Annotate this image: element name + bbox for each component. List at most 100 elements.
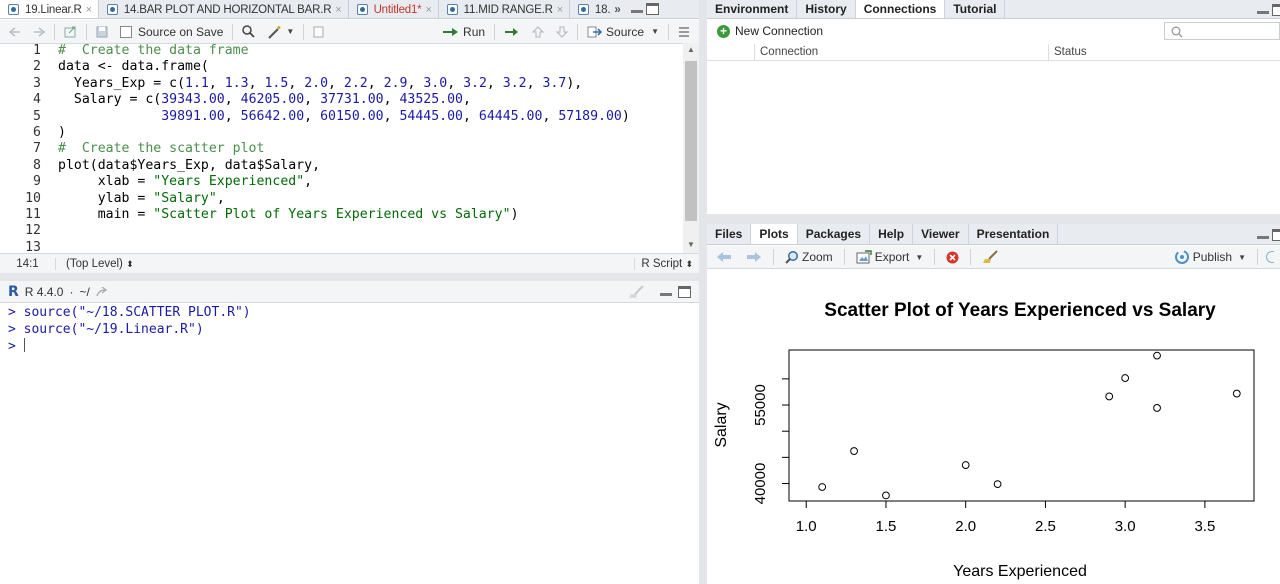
line-number: 7 [33,141,41,157]
scatter-point [882,491,890,500]
separator-dot: · [69,284,74,299]
maximize-pane-icon[interactable] [1272,229,1280,241]
close-icon[interactable]: × [86,4,92,16]
document-outline-icon[interactable] [675,22,693,42]
scrollbar-thumb[interactable] [685,61,697,221]
line-number: 10 [25,190,41,206]
editor-tabbar: 19.Linear.R × 14.BAR PLOT AND HORIZONTAL … [0,0,699,19]
editor-tab-19-linear[interactable]: 19.Linear.R × [0,0,99,18]
code-editor[interactable]: 1 2 3 4 5 6 7 8 9 10 11 12 13 # Create the data fram… [0,43,699,253]
compile-report-icon[interactable] [310,22,327,42]
toolbar-divider [773,249,774,265]
scatter-point [961,461,970,469]
y-axis-label: Salary [713,402,730,447]
maximize-pane-icon[interactable] [678,285,691,298]
back-arrow-icon[interactable] [6,22,24,42]
minimize-pane-icon[interactable] [1257,4,1269,16]
checkbox-icon[interactable] [120,25,132,38]
close-icon[interactable]: × [425,4,431,16]
environment-pane: Environment History Connections Tutorial… [707,0,1280,214]
run-button[interactable]: Run [439,22,488,42]
connections-search-input[interactable] [1164,22,1280,40]
go-up-chunk-icon[interactable] [529,22,547,42]
source-button[interactable]: Source ▼ [584,22,662,42]
show-in-window-icon[interactable] [61,22,80,42]
pane-splitter[interactable] [707,214,1280,224]
x-tick-label: 1.5 [876,518,897,535]
chevron-down-icon: ▼ [286,27,295,36]
code-tools-wand-icon[interactable]: ▼ [264,22,297,42]
close-icon[interactable]: × [335,4,341,16]
tab-environment[interactable]: Environment [707,0,798,18]
editor-tab-14-bar-plot[interactable]: 14.BAR PLOT AND HORIZONTAL BAR.R × [99,0,349,18]
tab-packages[interactable]: Packages [798,224,871,244]
maximize-pane-icon[interactable] [645,3,659,15]
r-file-icon [8,4,19,15]
scatter-point [850,447,858,455]
tab-history[interactable]: History [797,0,856,18]
tab-tutorial[interactable]: Tutorial [945,0,1006,18]
tabs-overflow-icon[interactable]: » [614,4,620,16]
minimize-pane-icon[interactable] [660,286,672,298]
editor-tab-11-mid-range[interactable]: 11.MID RANGE.R × [439,0,570,18]
go-to-directory-icon[interactable] [96,285,108,299]
tab-files[interactable]: Files [707,224,752,244]
scatter-point [1153,404,1161,412]
pane-splitter[interactable] [0,273,699,281]
toolbar-divider [577,23,579,40]
toolbar-divider [843,249,845,265]
close-icon[interactable]: × [557,4,563,16]
editor-tab-untitled1[interactable]: Untitled1* × [349,0,439,18]
search-icon[interactable] [239,22,258,42]
publish-button[interactable]: Publish ▼ [1171,247,1249,267]
scatter-point [1105,392,1114,401]
export-image-icon [856,250,872,264]
save-icon[interactable] [93,22,111,42]
editor-tab-18[interactable]: 18.» [570,0,623,18]
code-line: xlab = "Years Experienced", [58,174,313,190]
next-plot-icon[interactable] [743,247,765,267]
file-type-selector[interactable]: R Script ⬍ [634,257,699,270]
rerun-icon[interactable] [501,22,523,42]
code-line: Years_Exp = c(1.1, 1.3, 1.5, 2.0, 2.2, 2… [58,75,583,91]
scatter-point [1121,374,1130,382]
export-button[interactable]: Export ▼ [853,247,927,267]
console-line: > source("~/19.Linear.R") [8,321,204,337]
line-number: 13 [25,239,41,253]
tab-plots[interactable]: Plots [751,224,798,244]
refresh-icon[interactable] [1266,251,1274,263]
toolbar-divider [970,249,972,265]
go-down-chunk-icon[interactable] [553,22,571,42]
new-connection-button[interactable]: + New Connection [717,24,823,38]
scroll-up-icon[interactable]: ▲ [687,45,695,54]
clear-all-plots-broom-icon[interactable] [979,247,1003,267]
tab-help[interactable]: Help [870,224,914,244]
console-prompt-line[interactable]: > [8,338,699,356]
minimize-pane-icon[interactable] [630,3,643,15]
editor-toolbar: Source on Save ▼ Run Source ▼ [0,20,699,44]
editor-scrollbar[interactable]: ▲ ▼ [683,43,699,253]
code-lines[interactable]: # Create the data frame data <- data.fra… [58,43,630,223]
pane-splitter[interactable] [699,0,707,584]
scroll-down-icon[interactable]: ▼ [687,240,695,249]
scatter-point [818,483,827,491]
column-header-status[interactable]: Status [1054,46,1087,58]
previous-plot-icon[interactable] [713,247,735,267]
x-tick-label: 3.0 [1115,518,1136,535]
x-tick-label: 1.0 [796,518,817,535]
console-output[interactable]: > source("~/18.SCATTER PLOT.R") > source(… [0,305,699,356]
zoom-button[interactable]: Zoom [782,247,836,267]
forward-arrow-icon[interactable] [30,22,48,42]
tab-viewer[interactable]: Viewer [913,224,969,244]
source-on-save-checkbox[interactable]: Source on Save [117,22,226,42]
scope-selector[interactable]: (Top Level) ⬍ [56,258,134,270]
x-axis-label: Years Experienced [953,563,1087,580]
maximize-pane-icon[interactable] [1272,4,1280,16]
remove-plot-icon[interactable] [943,247,962,267]
tab-presentation[interactable]: Presentation [969,224,1059,244]
clear-console-broom-icon[interactable] [628,284,646,299]
column-header-connection[interactable]: Connection [760,46,818,58]
minimize-pane-icon[interactable] [1257,229,1269,241]
x-axis: 1.0 1.5 2.0 2.5 3.0 3.5 [796,500,1215,535]
tab-connections[interactable]: Connections [855,0,946,18]
